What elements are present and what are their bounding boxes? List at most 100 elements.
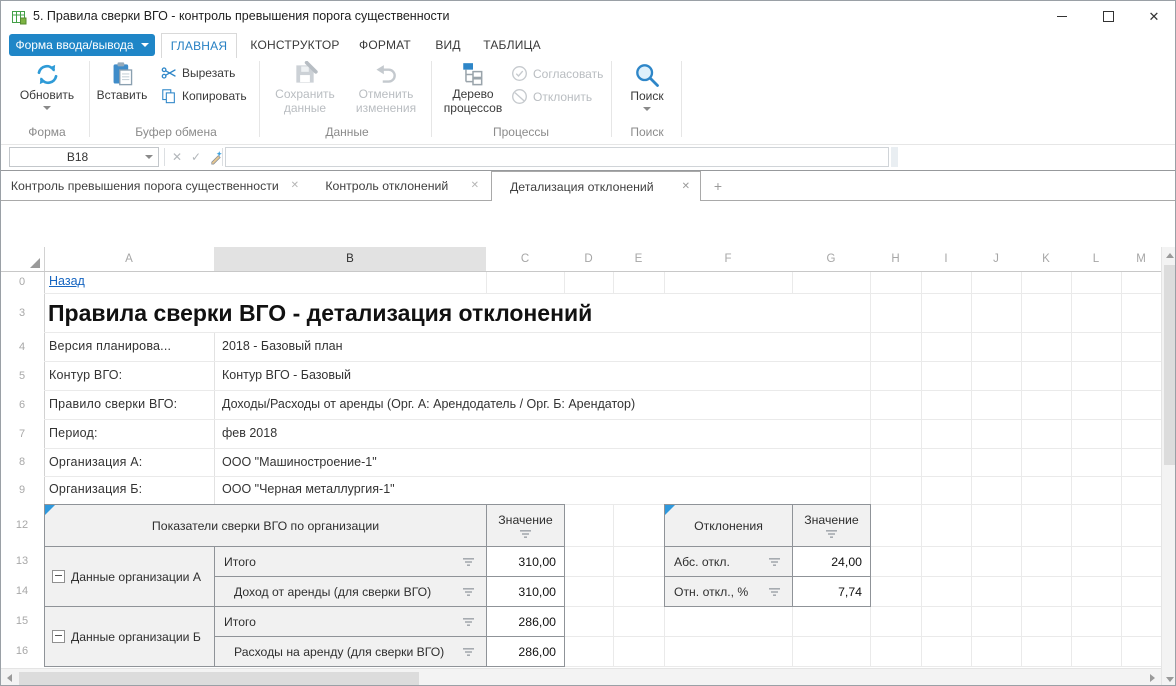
row-header-6[interactable]: 6: [1, 390, 43, 419]
column-header-K[interactable]: K: [1021, 247, 1071, 271]
group-cell-org-a[interactable]: Данные организации А: [45, 547, 215, 607]
value-cell[interactable]: 24,00: [793, 547, 871, 577]
scroll-left-button[interactable]: [1, 669, 18, 686]
new-tab-button[interactable]: +: [701, 171, 735, 200]
column-header-D[interactable]: D: [564, 247, 613, 271]
filter-icon[interactable]: [768, 558, 781, 567]
column-header-M[interactable]: M: [1121, 247, 1161, 271]
field-value[interactable]: 2018 - Базовый план: [222, 339, 862, 353]
sheet-tab-deviation-details[interactable]: Детализация отклонений ✕: [491, 171, 701, 201]
formula-input[interactable]: [225, 147, 889, 167]
horizontal-scrollbar[interactable]: [1, 668, 1161, 686]
value-cell[interactable]: 310,00: [487, 577, 565, 607]
filter-icon[interactable]: [462, 558, 475, 567]
indicator-cell[interactable]: Доход от аренды (для сверки ВГО): [215, 577, 487, 607]
back-link[interactable]: Назад: [49, 274, 85, 288]
tab-konstruktor[interactable]: КОНСТРУКТОР: [245, 33, 345, 58]
row-header-0[interactable]: 0: [1, 271, 43, 293]
field-value[interactable]: ООО "Машиностроение-1": [222, 455, 862, 469]
paste-button[interactable]: Вставить: [93, 61, 151, 102]
row-header-5[interactable]: 5: [1, 361, 43, 390]
scroll-down-button[interactable]: [1162, 671, 1176, 686]
filter-icon[interactable]: [825, 530, 838, 539]
column-header-J[interactable]: J: [971, 247, 1021, 271]
tab-vid[interactable]: ВИД: [425, 33, 471, 58]
value-cell[interactable]: 286,00: [487, 637, 565, 667]
indicator-cell[interactable]: Итого: [215, 607, 487, 637]
refresh-icon: [34, 61, 61, 88]
deviation-cell[interactable]: Отн. откл., %: [665, 577, 793, 607]
scroll-right-button[interactable]: [1144, 669, 1161, 686]
scroll-up-button[interactable]: [1162, 247, 1176, 263]
indicator-cell[interactable]: Расходы на аренду (для сверки ВГО): [215, 637, 487, 667]
field-value[interactable]: фев 2018: [222, 426, 862, 440]
form-io-menu-button[interactable]: Форма ввода/вывода: [9, 34, 155, 56]
refresh-button[interactable]: Обновить: [13, 61, 81, 110]
filter-icon[interactable]: [462, 588, 475, 597]
column-header-A[interactable]: A: [44, 247, 214, 271]
close-button[interactable]: ✕: [1131, 1, 1176, 32]
chevron-down-icon[interactable]: [145, 155, 153, 159]
name-box[interactable]: B18: [9, 147, 159, 167]
tab-tablitsa[interactable]: ТАБЛИЦА: [477, 33, 547, 58]
sheet-tab-control-threshold[interactable]: Контроль превышения порога существенност…: [9, 171, 309, 200]
value-cell[interactable]: 286,00: [487, 607, 565, 637]
column-header-G[interactable]: G: [792, 247, 870, 271]
copy-button[interactable]: Копировать: [161, 88, 247, 104]
filter-icon[interactable]: [462, 648, 475, 657]
field-value[interactable]: Контур ВГО - Базовый: [222, 368, 862, 382]
confirm-entry-icon[interactable]: ✓: [187, 147, 205, 167]
horizontal-scroll-thumb[interactable]: [19, 672, 419, 685]
row-header-7[interactable]: 7: [1, 419, 43, 448]
row-header-9[interactable]: 9: [1, 476, 43, 504]
vertical-scrollbar[interactable]: [1161, 247, 1176, 686]
row-header-8[interactable]: 8: [1, 448, 43, 476]
column-header-H[interactable]: H: [870, 247, 921, 271]
collapse-icon[interactable]: [52, 630, 65, 643]
column-header-B[interactable]: B: [214, 247, 486, 271]
column-header-C[interactable]: C: [486, 247, 564, 271]
select-all-corner[interactable]: [1, 247, 44, 271]
collapse-icon[interactable]: [52, 570, 65, 583]
tab-format[interactable]: ФОРМАТ: [353, 33, 417, 58]
tab-glavnaya[interactable]: ГЛАВНАЯ: [161, 33, 237, 58]
row-header-16[interactable]: 16: [1, 636, 43, 666]
vertical-scroll-thumb[interactable]: [1164, 265, 1176, 465]
close-tab-icon[interactable]: ✕: [471, 180, 479, 191]
close-tab-icon[interactable]: ✕: [682, 181, 690, 192]
row-header-13[interactable]: 13: [1, 546, 43, 576]
filter-icon[interactable]: [519, 530, 532, 539]
sheet-tab-control-deviations[interactable]: Контроль отклонений ✕: [313, 171, 489, 200]
search-button[interactable]: Поиск: [617, 61, 677, 111]
cut-button[interactable]: Вырезать: [161, 65, 235, 81]
column-header-E[interactable]: E: [613, 247, 664, 271]
indicator-cell[interactable]: Итого: [215, 547, 487, 577]
row-header-15[interactable]: 15: [1, 606, 43, 636]
minimize-button[interactable]: [1039, 1, 1085, 32]
formula-bar-splitter[interactable]: [891, 147, 898, 167]
process-tree-button[interactable]: Дерево процессов: [435, 61, 511, 115]
close-tab-icon[interactable]: ✕: [291, 180, 299, 191]
deviations-value-header[interactable]: Значение: [793, 505, 871, 547]
column-header-L[interactable]: L: [1071, 247, 1121, 271]
group-cell-org-b[interactable]: Данные организации Б: [45, 607, 215, 667]
row-header-4[interactable]: 4: [1, 332, 43, 361]
deviation-cell[interactable]: Абс. откл.: [665, 547, 793, 577]
row-header-14[interactable]: 14: [1, 576, 43, 606]
deviations-title-cell[interactable]: Отклонения: [665, 505, 793, 547]
field-value[interactable]: ООО "Черная металлургия-1": [222, 482, 862, 496]
gridline: [44, 390, 1161, 391]
column-header-F[interactable]: F: [664, 247, 792, 271]
value-cell[interactable]: 7,74: [793, 577, 871, 607]
row-header-12[interactable]: 12: [1, 504, 43, 546]
filter-icon[interactable]: [462, 618, 475, 627]
left-table-title-cell[interactable]: Показатели сверки ВГО по организации: [45, 505, 487, 547]
value-cell[interactable]: 310,00: [487, 547, 565, 577]
cancel-entry-icon[interactable]: ✕: [168, 147, 186, 167]
field-value[interactable]: Доходы/Расходы от аренды (Орг. А: Арендо…: [222, 397, 862, 411]
column-header-I[interactable]: I: [921, 247, 971, 271]
row-header-3[interactable]: 3: [1, 293, 43, 332]
filter-icon[interactable]: [768, 588, 781, 597]
maximize-button[interactable]: [1085, 1, 1131, 32]
left-table-value-header[interactable]: Значение: [487, 505, 565, 547]
